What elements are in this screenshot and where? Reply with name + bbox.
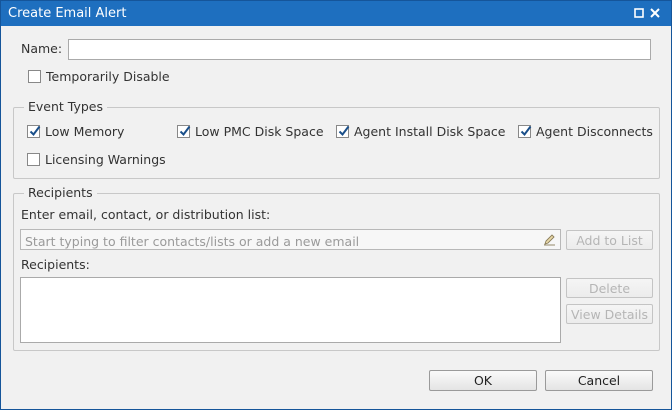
pencil-icon[interactable] [543, 233, 556, 249]
name-label: Name: [21, 41, 63, 56]
title-bar[interactable]: Create Email Alert [1, 1, 671, 26]
agent-install-disk-space-checkbox[interactable] [336, 125, 350, 138]
cancel-button[interactable]: Cancel [545, 370, 653, 391]
add-to-list-button[interactable]: Add to List [566, 230, 653, 250]
maximize-icon[interactable] [632, 6, 646, 20]
licensing-warnings-label: Licensing Warnings [45, 152, 166, 167]
check-icon [29, 125, 41, 137]
agent-disconnects-checkbox[interactable] [518, 125, 532, 138]
agent-install-disk-space-label: Agent Install Disk Space [354, 124, 506, 139]
check-icon [179, 125, 191, 137]
agent-disconnects-label: Agent Disconnects [536, 124, 653, 139]
low-pmc-disk-space-checkbox[interactable] [177, 125, 191, 138]
low-memory-label: Low Memory [45, 124, 125, 139]
view-details-button[interactable]: View Details [566, 304, 653, 324]
check-icon [520, 125, 532, 137]
event-types-legend: Event Types [24, 99, 108, 114]
recipient-entry-label: Enter email, contact, or distribution li… [21, 207, 271, 222]
recipient-search-placeholder: Start typing to filter contacts/lists or… [25, 234, 360, 249]
temporarily-disable-checkbox[interactable] [28, 70, 41, 83]
create-email-alert-dialog: Create Email Alert Name: Temporarily Dis… [0, 0, 672, 410]
temporarily-disable-label: Temporarily Disable [46, 69, 170, 84]
ok-button[interactable]: OK [429, 370, 537, 391]
low-pmc-disk-space-label: Low PMC Disk Space [195, 124, 324, 139]
check-icon [338, 125, 350, 137]
low-memory-checkbox[interactable] [27, 125, 41, 138]
delete-button[interactable]: Delete [566, 278, 653, 298]
recipients-legend: Recipients [24, 185, 97, 200]
close-icon[interactable] [648, 6, 662, 20]
window-title: Create Email Alert [8, 6, 127, 21]
recipients-list[interactable] [20, 277, 561, 343]
event-types-group: Event Types [13, 99, 660, 179]
recipients-list-label: Recipients: [21, 257, 90, 272]
name-input[interactable] [68, 39, 651, 60]
recipient-search-input[interactable]: Start typing to filter contacts/lists or… [20, 229, 561, 250]
licensing-warnings-checkbox[interactable] [27, 153, 40, 166]
